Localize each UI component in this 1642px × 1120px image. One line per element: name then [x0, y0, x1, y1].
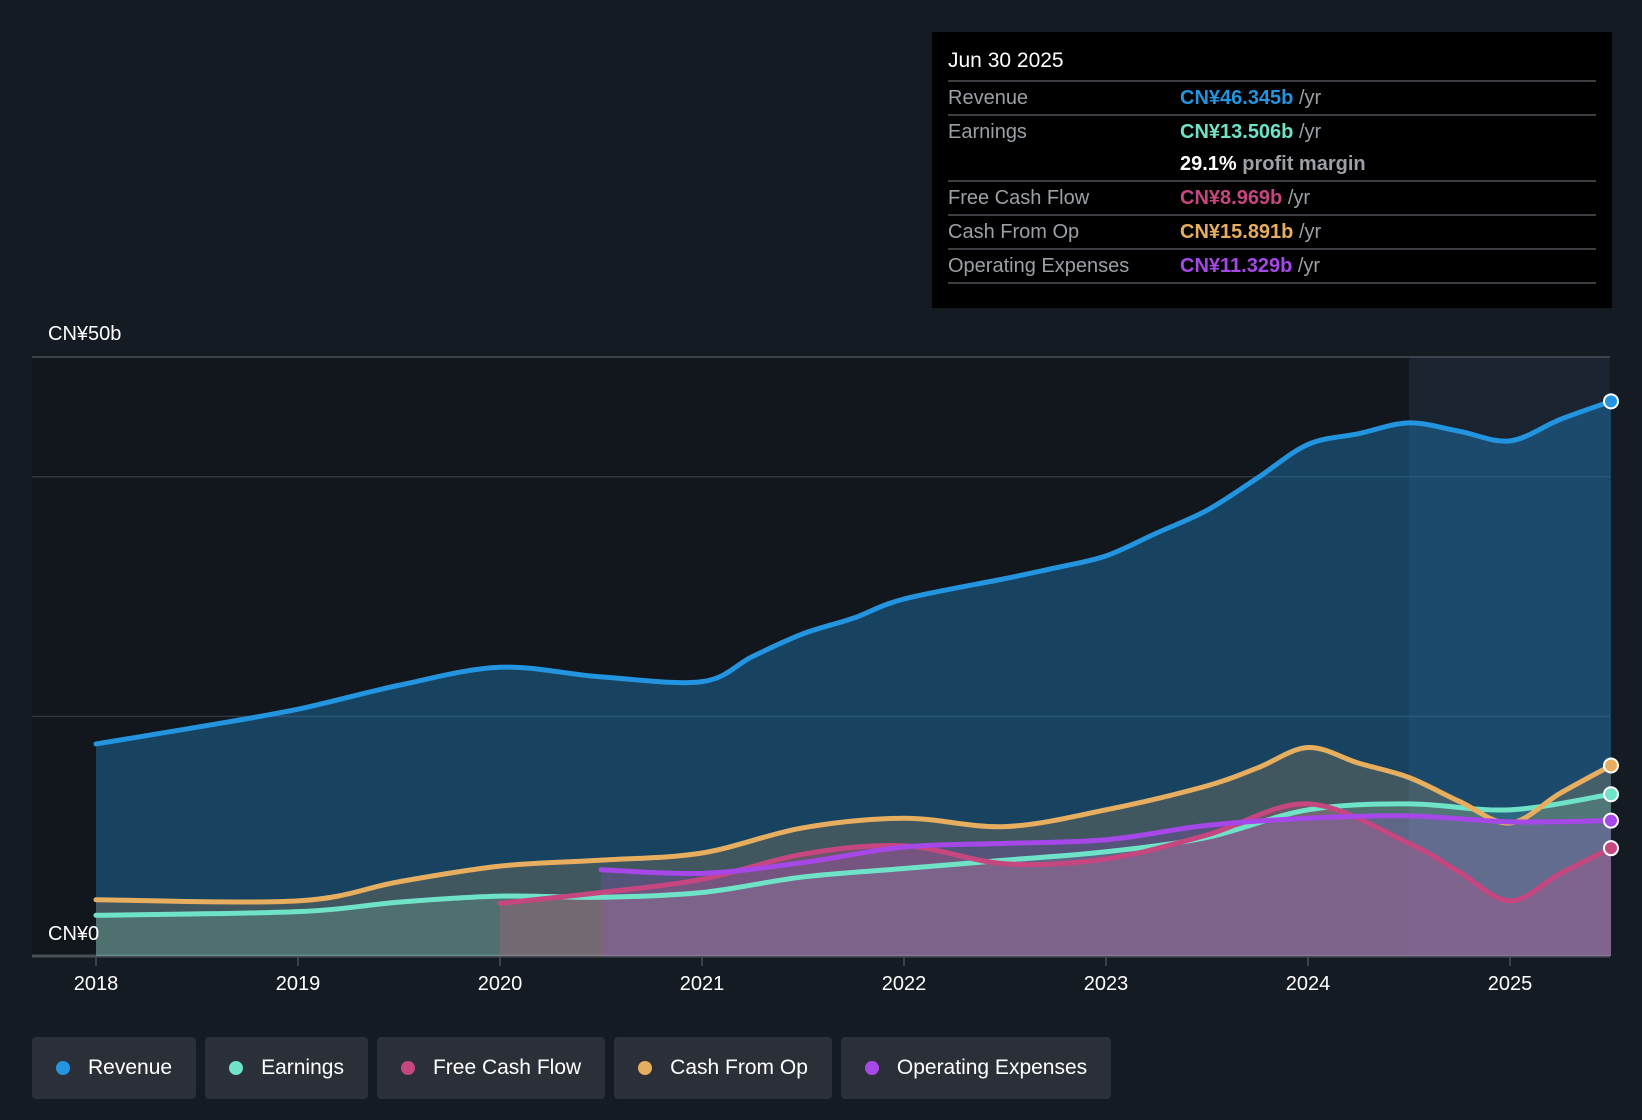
tooltip-row-opex: Operating Expenses CN¥11.329b /yr [948, 250, 1596, 284]
tooltip-unit: /yr [1299, 221, 1321, 243]
x-tick-label: 2022 [882, 973, 927, 995]
earnings-dot-icon [229, 1061, 243, 1075]
cfo-dot-icon [638, 1061, 652, 1075]
tooltip-label: Operating Expenses [948, 250, 1180, 282]
tooltip-value: CN¥13.506b [1180, 121, 1293, 143]
x-tick-label: 2018 [74, 973, 119, 995]
x-tick-label: 2020 [478, 973, 523, 995]
fcf-dot-icon [401, 1061, 415, 1075]
tooltip-value: CN¥8.969b [1180, 187, 1282, 209]
tooltip-unit: /yr [1298, 255, 1320, 277]
x-tick-label: 2024 [1286, 973, 1331, 995]
tooltip-label: Cash From Op [948, 216, 1180, 248]
tooltip-label: Free Cash Flow [948, 182, 1180, 214]
tooltip-value: CN¥11.329b [1180, 255, 1292, 277]
legend: Revenue Earnings Free Cash Flow Cash Fro… [32, 1037, 1111, 1099]
cash-from-op-endpoint [1604, 759, 1618, 773]
x-tick-label: 2019 [276, 973, 321, 995]
tooltip-value: CN¥15.891b [1180, 221, 1293, 243]
legend-label: Cash From Op [670, 1056, 808, 1080]
revenue-dot-icon [56, 1061, 70, 1075]
earnings-endpoint [1604, 787, 1618, 801]
legend-label: Revenue [88, 1056, 172, 1080]
tooltip-date: Jun 30 2025 [948, 46, 1596, 82]
legend-cash-from-op[interactable]: Cash From Op [614, 1037, 832, 1099]
tooltip-value: 29.1% [1180, 153, 1237, 175]
tooltip-value: CN¥46.345b [1180, 87, 1293, 109]
x-tick-label: 2023 [1084, 973, 1129, 995]
tooltip-unit: /yr [1299, 121, 1321, 143]
tooltip-label [948, 148, 1180, 180]
tooltip-row-margin: 29.1% profit margin [948, 148, 1596, 182]
legend-revenue[interactable]: Revenue [32, 1037, 196, 1099]
legend-label: Operating Expenses [897, 1056, 1087, 1080]
tooltip-label: Revenue [948, 82, 1180, 114]
tooltip-unit: /yr [1299, 87, 1321, 109]
free-cash-flow-endpoint [1604, 841, 1618, 855]
tooltip-row-earnings: Earnings CN¥13.506b /yr [948, 116, 1596, 148]
legend-operating-expenses[interactable]: Operating Expenses [841, 1037, 1111, 1099]
legend-free-cash-flow[interactable]: Free Cash Flow [377, 1037, 605, 1099]
operating-expenses-endpoint [1604, 814, 1618, 828]
revenue-endpoint [1604, 394, 1618, 408]
y-label-top: CN¥50b [48, 323, 121, 345]
tooltip-row-fcf: Free Cash Flow CN¥8.969b /yr [948, 182, 1596, 216]
legend-earnings[interactable]: Earnings [205, 1037, 368, 1099]
legend-label: Earnings [261, 1056, 344, 1080]
tooltip-unit: /yr [1288, 187, 1310, 209]
tooltip-row-cfo: Cash From Op CN¥15.891b /yr [948, 216, 1596, 250]
x-tick-label: 2021 [680, 973, 725, 995]
tooltip-unit: profit margin [1242, 153, 1365, 175]
legend-label: Free Cash Flow [433, 1056, 581, 1080]
tooltip-row-revenue: Revenue CN¥46.345b /yr [948, 82, 1596, 116]
tooltip: Jun 30 2025 Revenue CN¥46.345b /yr Earni… [932, 32, 1612, 308]
x-tick-label: 2025 [1488, 973, 1533, 995]
opex-dot-icon [865, 1061, 879, 1075]
tooltip-label: Earnings [948, 116, 1180, 148]
y-label-bottom: CN¥0 [48, 923, 99, 945]
